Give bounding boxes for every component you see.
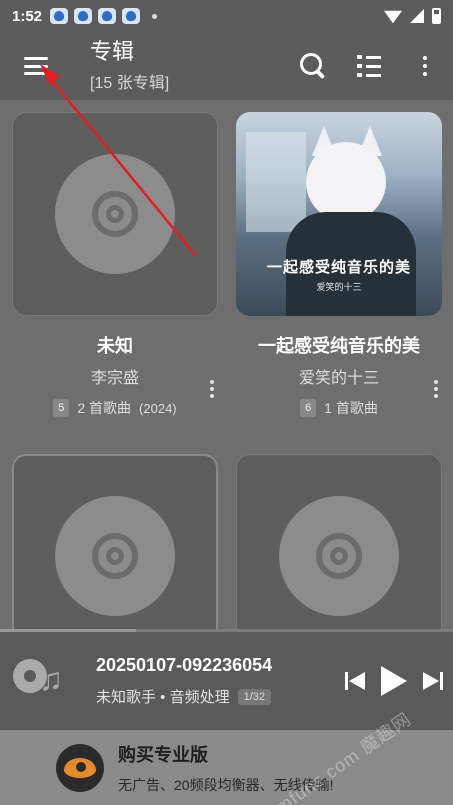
view-mode-button[interactable]	[341, 38, 397, 94]
track-title: 20250107-092236054	[96, 655, 273, 675]
album-artist: 爱笑的十三	[298, 370, 379, 387]
cover-title-text: 一起感受纯音乐的美	[266, 259, 411, 276]
album-more-icon[interactable]	[210, 380, 214, 398]
paw-icon	[122, 8, 141, 24]
paw-icon	[74, 8, 93, 24]
status-time: 1:52	[12, 7, 43, 25]
anime-character-illustration	[306, 142, 386, 222]
search-icon	[300, 53, 326, 79]
album-card[interactable]	[236, 454, 442, 630]
battery-icon	[432, 8, 441, 24]
next-button[interactable]	[421, 670, 443, 692]
cover-sub-text: 爱笑的十三	[316, 282, 362, 292]
album-name: 未知	[97, 336, 133, 356]
album-grid: 未知 李宗盛 5 2 首歌曲 (2024) 一起感受纯音乐的美 爱笑的十三 一起…	[0, 100, 453, 630]
menu-button[interactable]	[0, 32, 72, 100]
album-year: (2024)	[139, 400, 177, 416]
now-playing-art[interactable]: ♫	[0, 655, 78, 707]
album-meta: 未知 李宗盛 5 2 首歌曲 (2024)	[12, 332, 218, 418]
album-cover-placeholder[interactable]	[12, 112, 218, 316]
title-block: 专辑 [15 张专辑]	[72, 39, 169, 93]
status-right-icons	[384, 8, 441, 24]
promo-title: 购买专业版	[118, 744, 208, 765]
paw-icon	[98, 8, 117, 24]
list-icon	[357, 55, 381, 77]
album-meta: 一起感受纯音乐的美 爱笑的十三 6 1 首歌曲	[236, 332, 442, 418]
track-subtitle: 未知歌手 • 音频处理 1/32	[96, 686, 345, 707]
previous-button[interactable]	[345, 670, 367, 692]
status-bar: 1:52	[0, 0, 453, 32]
skip-previous-icon	[345, 670, 367, 692]
toolbar-actions	[285, 38, 453, 94]
more-vert-icon	[423, 56, 427, 76]
album-card[interactable]	[12, 454, 218, 630]
track-artist-album: 未知歌手 • 音频处理	[96, 689, 230, 706]
song-count: 1 首歌曲	[324, 400, 378, 416]
app-logo-icon	[56, 743, 104, 792]
song-count: 2 首歌曲	[77, 400, 132, 416]
album-info: 6 1 首歌曲	[236, 398, 442, 418]
signal-icon	[410, 9, 424, 23]
album-cover-placeholder[interactable]	[12, 454, 218, 630]
disc-icon	[55, 496, 175, 616]
more-options-button[interactable]	[397, 38, 453, 94]
now-playing-text[interactable]: 20250107-092236054 未知歌手 • 音频处理 1/32	[78, 655, 345, 707]
pro-upgrade-banner[interactable]: 购买专业版 无广告、20频段均衡器、无线传输! mfunz.com 魔趣网	[0, 709, 453, 805]
app-toolbar: 专辑 [15 张专辑]	[0, 32, 453, 100]
album-info: 5 2 首歌曲 (2024)	[12, 398, 218, 418]
play-button[interactable]	[381, 666, 407, 696]
app-notification-icon	[50, 8, 69, 24]
album-count: [15 张专辑]	[90, 75, 170, 92]
notification-dot-icon	[152, 13, 158, 19]
album-cover-placeholder[interactable]	[236, 454, 442, 630]
track-count-badge: 5	[53, 399, 70, 417]
disc-icon	[55, 154, 175, 274]
album-card-pure-music[interactable]: 一起感受纯音乐的美 爱笑的十三 一起感受纯音乐的美 爱笑的十三 6 1 首歌曲	[236, 112, 442, 418]
track-count-badge: 6	[300, 399, 317, 417]
queue-position: 1/32	[237, 688, 272, 705]
album-card-unknown[interactable]: 未知 李宗盛 5 2 首歌曲 (2024)	[12, 112, 218, 418]
disc-icon	[279, 496, 399, 616]
wifi-icon	[384, 9, 402, 23]
album-name: 一起感受纯音乐的美	[258, 336, 420, 356]
play-icon	[381, 666, 407, 696]
skip-next-icon	[421, 670, 443, 692]
music-note-icon: ♫	[13, 655, 65, 707]
search-button[interactable]	[285, 38, 341, 94]
album-more-icon[interactable]	[434, 380, 438, 398]
player-controls	[345, 666, 453, 696]
page-title: 专辑	[90, 39, 135, 64]
album-cover-image[interactable]: 一起感受纯音乐的美 爱笑的十三	[236, 112, 442, 316]
album-artist: 李宗盛	[90, 370, 139, 387]
hamburger-icon	[24, 57, 48, 75]
